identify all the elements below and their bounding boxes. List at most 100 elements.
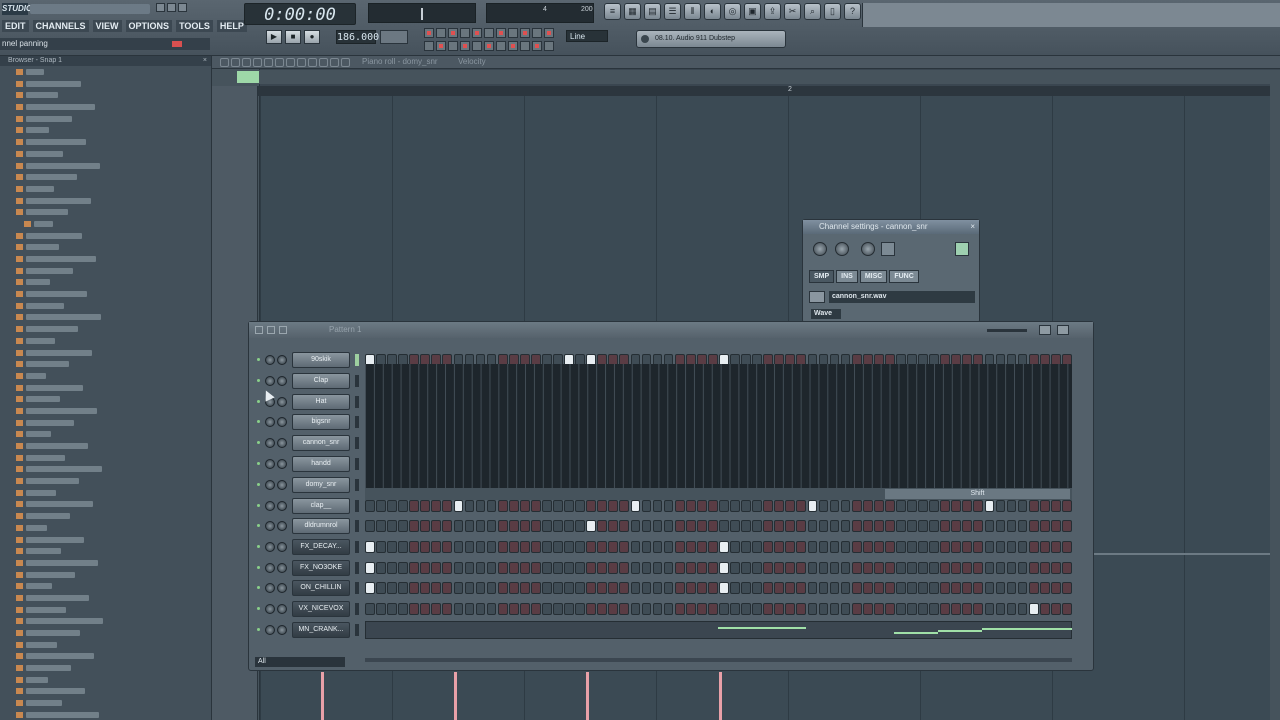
velocity-bar[interactable] bbox=[719, 672, 722, 720]
channel-name-button[interactable]: domy_snr bbox=[292, 477, 350, 493]
step-button[interactable] bbox=[807, 500, 818, 512]
step-button[interactable] bbox=[619, 520, 630, 532]
step-button[interactable] bbox=[962, 541, 973, 553]
step-button[interactable] bbox=[774, 500, 785, 512]
step-button[interactable] bbox=[442, 520, 453, 532]
step-button[interactable] bbox=[918, 520, 928, 532]
step-button[interactable] bbox=[862, 603, 873, 615]
channel-select-indicator[interactable] bbox=[355, 603, 359, 615]
browser-item[interactable] bbox=[0, 545, 211, 557]
step-button[interactable] bbox=[1006, 541, 1017, 553]
volume-knob[interactable] bbox=[835, 242, 849, 256]
step-button[interactable] bbox=[453, 520, 464, 532]
shift-label[interactable]: Shift bbox=[885, 489, 1070, 499]
menu-edit[interactable]: EDIT bbox=[2, 20, 29, 32]
step-button[interactable] bbox=[564, 500, 574, 512]
step-button[interactable] bbox=[951, 541, 962, 553]
step-button[interactable] bbox=[409, 603, 420, 615]
step-button[interactable] bbox=[409, 562, 420, 574]
browser-icon[interactable]: ☰ bbox=[664, 3, 681, 20]
step-button[interactable] bbox=[896, 562, 906, 574]
step-button[interactable] bbox=[1061, 603, 1072, 615]
step-button[interactable] bbox=[1061, 582, 1072, 594]
step-button[interactable] bbox=[674, 582, 685, 594]
browser-item[interactable] bbox=[0, 311, 211, 323]
step-button[interactable] bbox=[884, 562, 895, 574]
step-button[interactable] bbox=[1039, 582, 1050, 594]
option-toggle[interactable] bbox=[472, 41, 482, 51]
step-button[interactable] bbox=[785, 541, 796, 553]
step-button[interactable] bbox=[475, 603, 486, 615]
step-button[interactable] bbox=[696, 562, 707, 574]
browser-item[interactable] bbox=[0, 347, 211, 359]
browser-item[interactable] bbox=[0, 580, 211, 592]
step-button[interactable] bbox=[365, 603, 375, 615]
arrow-left-icon[interactable] bbox=[330, 58, 339, 67]
channel-volume-knob[interactable] bbox=[277, 397, 287, 407]
step-button[interactable] bbox=[951, 562, 962, 574]
step-button[interactable] bbox=[884, 520, 895, 532]
step-button[interactable] bbox=[1061, 562, 1072, 574]
document-icon[interactable]: ▯ bbox=[824, 3, 841, 20]
step-button[interactable] bbox=[940, 520, 951, 532]
step-button[interactable] bbox=[453, 500, 464, 512]
mixer-track-selector[interactable] bbox=[881, 242, 895, 256]
step-button[interactable] bbox=[829, 562, 840, 574]
option-toggle[interactable] bbox=[472, 28, 482, 38]
step-sequencer-icon[interactable]: ▦ bbox=[624, 3, 641, 20]
pitch-knob[interactable] bbox=[861, 242, 875, 256]
step-button[interactable] bbox=[575, 562, 585, 574]
step-button[interactable] bbox=[696, 582, 707, 594]
browser-item[interactable] bbox=[0, 534, 211, 546]
step-button[interactable] bbox=[796, 562, 807, 574]
browser-item[interactable] bbox=[0, 148, 211, 160]
step-button[interactable] bbox=[409, 500, 420, 512]
time-ruler[interactable]: 2 bbox=[258, 86, 1280, 96]
step-button[interactable] bbox=[984, 520, 995, 532]
step-button[interactable] bbox=[553, 603, 563, 615]
step-button[interactable] bbox=[907, 603, 917, 615]
step-button[interactable] bbox=[984, 562, 995, 574]
step-button[interactable] bbox=[840, 562, 851, 574]
step-button[interactable] bbox=[796, 582, 807, 594]
browser-item[interactable] bbox=[0, 393, 211, 405]
step-button[interactable] bbox=[873, 603, 884, 615]
step-button[interactable] bbox=[696, 603, 707, 615]
step-button[interactable] bbox=[608, 520, 619, 532]
arrow-right-icon[interactable] bbox=[341, 58, 350, 67]
step-button[interactable] bbox=[431, 603, 442, 615]
step-button[interactable] bbox=[873, 520, 884, 532]
channel-name-button[interactable]: bigsnr bbox=[292, 414, 350, 430]
step-button[interactable] bbox=[641, 603, 652, 615]
browser-item[interactable] bbox=[0, 276, 211, 288]
velocity-bar[interactable] bbox=[321, 672, 324, 720]
tab-func[interactable]: FUNC bbox=[889, 270, 919, 283]
pan-knob[interactable] bbox=[813, 242, 827, 256]
step-button[interactable] bbox=[719, 562, 729, 574]
step-button[interactable] bbox=[674, 541, 685, 553]
step-button[interactable] bbox=[530, 603, 541, 615]
step-button[interactable] bbox=[652, 562, 663, 574]
option-toggle[interactable] bbox=[520, 41, 530, 51]
step-button[interactable] bbox=[829, 520, 840, 532]
step-button[interactable] bbox=[929, 582, 939, 594]
step-button[interactable] bbox=[619, 603, 630, 615]
option-toggle[interactable] bbox=[496, 28, 506, 38]
step-button[interactable] bbox=[995, 603, 1006, 615]
step-button[interactable] bbox=[696, 541, 707, 553]
step-button[interactable] bbox=[818, 582, 829, 594]
browser-item[interactable] bbox=[0, 557, 211, 569]
step-button[interactable] bbox=[884, 500, 895, 512]
browser-item[interactable] bbox=[0, 709, 211, 720]
step-button[interactable] bbox=[995, 541, 1006, 553]
channel-name-button[interactable]: Hat bbox=[292, 394, 350, 410]
channel-volume-knob[interactable] bbox=[277, 501, 287, 511]
step-button[interactable] bbox=[707, 541, 718, 553]
step-button[interactable] bbox=[940, 562, 951, 574]
slice-icon[interactable] bbox=[286, 58, 295, 67]
channel-name-button[interactable]: MN_CRANK... bbox=[292, 622, 350, 638]
step-button[interactable] bbox=[873, 582, 884, 594]
channel-pan-knob[interactable] bbox=[265, 376, 275, 386]
step-button[interactable] bbox=[818, 603, 829, 615]
step-button[interactable] bbox=[497, 500, 508, 512]
